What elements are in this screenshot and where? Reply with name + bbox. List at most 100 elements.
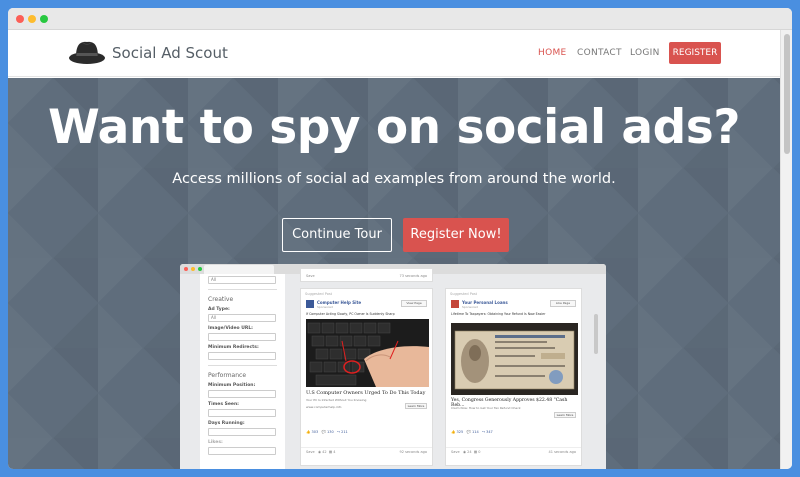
filter-panel: All Creative Ad Type: All Image/Video UR…: [200, 274, 285, 469]
ad-type-select[interactable]: All: [208, 314, 276, 322]
filter-divider: [208, 289, 277, 290]
post-text: Lifetime To Taxpayers: Obtaining Your Re…: [451, 312, 546, 316]
share-count: 347: [486, 430, 493, 434]
suggested-post-tag: Suggested Post: [450, 292, 478, 296]
share-icon: ↪: [337, 430, 340, 434]
ad-image-keyboard[interactable]: [306, 319, 429, 387]
comment-count: 130: [327, 430, 334, 434]
min-position-label: Minimum Position:: [208, 383, 256, 388]
times-seen-label: Times Seen:: [208, 402, 239, 407]
nav-home-link[interactable]: HOME: [538, 48, 567, 58]
creative-section-title: Creative: [208, 296, 234, 303]
thumbs-up-icon: 👍: [306, 430, 311, 434]
preview-content: All Creative Ad Type: All Image/Video UR…: [180, 268, 606, 469]
timestamp: 41 seconds ago: [548, 450, 577, 454]
suggested-post-tag: Suggested Post: [305, 292, 333, 296]
days-count: 0: [478, 450, 481, 454]
comment-icon: 💬: [321, 430, 326, 434]
likes-label: Likes:: [208, 440, 223, 445]
image-url-input[interactable]: [208, 333, 276, 341]
thumbs-up-icon: 👍: [451, 430, 456, 434]
top-select-value: All: [211, 277, 216, 282]
eye-icon: ◉: [317, 450, 321, 454]
min-redirects-input[interactable]: [208, 352, 276, 360]
page-scrollbar[interactable]: [780, 30, 792, 469]
calendar-icon: ▦: [473, 450, 478, 454]
fedora-hat-icon[interactable]: [68, 39, 106, 65]
comment-count: 114: [472, 430, 479, 434]
timestamp: 92 seconds ago: [399, 450, 428, 454]
register-now-button[interactable]: Register Now!: [403, 218, 509, 252]
days-running-input[interactable]: [208, 428, 276, 436]
hero-title: Want to spy on social ads?: [47, 100, 741, 155]
site-navbar: Social Ad Scout HOME CONTACT LOGIN REGIS…: [8, 30, 780, 77]
days-running-label: Days Running:: [208, 421, 245, 426]
preview-scrollbar-thumb[interactable]: [594, 314, 598, 354]
card-footer: Save ◉ 42 ▦ 4 92 seconds ago: [301, 447, 432, 457]
view-page-button[interactable]: View Page: [401, 300, 427, 307]
scrollbar-thumb[interactable]: [784, 34, 790, 154]
learn-more-button[interactable]: Learn More: [405, 403, 427, 409]
days-count: 4: [333, 450, 336, 454]
ad-card[interactable]: Suggested Post Computer Help Site Sponso…: [300, 288, 433, 466]
timestamp: 73 seconds ago: [399, 274, 428, 278]
close-window-button[interactable]: [16, 15, 24, 23]
browser-window: Social Ad Scout HOME CONTACT LOGIN REGIS…: [8, 8, 792, 469]
performance-section-title: Performance: [208, 372, 247, 379]
card-footer: Save ◉ 24 ▦ 0 41 seconds ago: [446, 447, 581, 457]
brand-name[interactable]: Social Ad Scout: [112, 44, 228, 62]
app-preview-screenshot: All Creative Ad Type: All Image/Video UR…: [180, 264, 606, 469]
ad-card[interactable]: Suggested Post Your Personal Loans Spons…: [445, 288, 582, 466]
sponsored-label: Sponsored: [317, 305, 333, 309]
ad-image-treasury-check[interactable]: [451, 323, 578, 395]
reaction-count: 303: [311, 430, 319, 434]
calendar-icon: ▦: [328, 450, 333, 454]
hero-section: Want to spy on social ads? Access millio…: [8, 78, 780, 469]
save-link[interactable]: Save: [306, 450, 315, 454]
eye-icon: ◉: [462, 450, 466, 454]
sponsored-label: Sponsored: [462, 305, 478, 309]
like-page-button[interactable]: Like Page: [550, 300, 576, 307]
ad-domain: www.computerhelp.info: [306, 405, 342, 409]
title-bar: [8, 8, 792, 30]
views-count: 24: [467, 450, 472, 454]
ad-description: Claim Now: How to Get Your Tax Refund Ch…: [451, 406, 521, 410]
preview-maximize-dot: [198, 267, 202, 271]
engagement-stats: 👍 303 💬 130 ↪ 211: [306, 430, 348, 434]
continue-tour-button[interactable]: Continue Tour: [282, 218, 392, 252]
share-icon: ↪: [482, 430, 485, 434]
page-avatar: [451, 300, 459, 308]
filter-divider: [208, 365, 277, 366]
ad-description: Your PC Is Infected Without You Knowing: [306, 398, 367, 402]
engagement-stats: 👍 325 💬 114 ↪ 347: [451, 430, 493, 434]
nav-contact-link[interactable]: CONTACT: [577, 48, 622, 58]
min-position-input[interactable]: [208, 390, 276, 398]
save-link[interactable]: Save: [306, 274, 315, 278]
ad-type-label: Ad Type:: [208, 307, 230, 312]
save-link[interactable]: Save: [451, 450, 460, 454]
times-seen-input[interactable]: [208, 409, 276, 417]
nav-register-button[interactable]: REGISTER: [669, 42, 721, 64]
image-url-label: Image/Video URL:: [208, 326, 253, 331]
reaction-count: 325: [456, 430, 464, 434]
likes-input[interactable]: [208, 447, 276, 455]
views-count: 42: [322, 450, 327, 454]
maximize-window-button[interactable]: [40, 15, 48, 23]
ad-headline[interactable]: U.S Computer Owners Urged To Do This Tod…: [306, 390, 425, 396]
hero-subtitle: Access millions of social ad examples fr…: [172, 171, 616, 187]
card-footer: Save 73 seconds ago: [301, 272, 432, 282]
learn-more-button[interactable]: Learn More: [554, 412, 576, 418]
comment-icon: 💬: [466, 430, 471, 434]
preview-browser-tab: [204, 265, 274, 274]
previous-ad-card-footer: Save 73 seconds ago: [300, 268, 433, 282]
post-text: If Computer Acting Slowly, PC Owner Is S…: [306, 312, 395, 316]
min-redirects-label: Minimum Redirects:: [208, 345, 259, 350]
minimize-window-button[interactable]: [28, 15, 36, 23]
page-avatar: [306, 300, 314, 308]
share-count: 211: [341, 430, 348, 434]
top-select[interactable]: All: [208, 276, 276, 284]
preview-close-dot: [184, 267, 188, 271]
nav-login-link[interactable]: LOGIN: [630, 48, 660, 58]
ad-type-value: All: [211, 315, 216, 320]
preview-minimize-dot: [191, 267, 195, 271]
